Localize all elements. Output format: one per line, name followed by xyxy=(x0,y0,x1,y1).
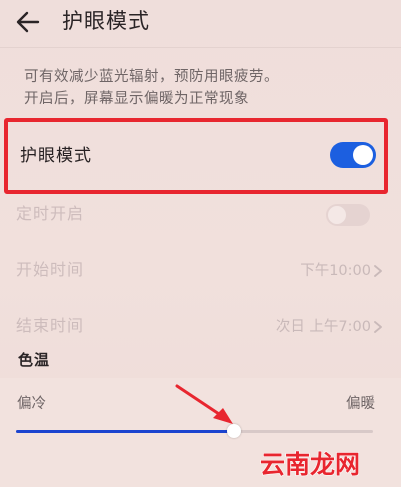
slider-fill xyxy=(16,430,234,433)
cool-label: 偏冷 xyxy=(17,396,46,412)
eye-comfort-row[interactable]: 护眼模式 xyxy=(4,118,388,194)
description-line-2: 开启后，屏幕显示偏暖为正常现象 xyxy=(24,91,249,107)
chevron-right-icon xyxy=(374,265,382,277)
eye-comfort-toggle[interactable] xyxy=(330,142,376,168)
color-temperature-title: 色温 xyxy=(18,351,51,369)
annotation-arrow-icon xyxy=(175,384,233,424)
back-arrow-icon xyxy=(16,11,40,33)
chevron-right-icon xyxy=(374,321,382,333)
start-time-label: 开始时间 xyxy=(16,260,85,279)
scheduled-row[interactable]: 定时开启 xyxy=(0,186,401,242)
warm-label: 偏暖 xyxy=(346,396,375,412)
start-time-value: 下午10:00 xyxy=(300,263,371,279)
scheduled-toggle-knob xyxy=(328,206,346,224)
scheduled-toggle[interactable] xyxy=(326,204,370,226)
back-button[interactable] xyxy=(10,5,46,39)
watermark-logo: 云南龙网 xyxy=(259,449,360,479)
header-divider xyxy=(0,47,401,48)
description: 可有效减少蓝光辐射，预防用眼疲劳。 开启后，屏幕显示偏暖为正常现象 xyxy=(24,66,384,110)
start-time-row[interactable]: 开始时间 下午10:00 xyxy=(0,242,401,298)
color-temperature-slider[interactable] xyxy=(16,424,373,438)
description-line-1: 可有效减少蓝光辐射，预防用眼疲劳。 xyxy=(24,69,279,85)
page-title: 护眼模式 xyxy=(62,9,150,33)
header: 护眼模式 xyxy=(0,0,401,44)
eye-comfort-screen: 护眼模式 可有效减少蓝光辐射，预防用眼疲劳。 开启后，屏幕显示偏暖为正常现象 护… xyxy=(0,0,401,487)
end-time-label: 结束时间 xyxy=(16,316,85,335)
end-time-value: 次日 上午7:00 xyxy=(275,319,371,335)
eye-comfort-label: 护眼模式 xyxy=(20,146,92,166)
end-time-row[interactable]: 结束时间 次日 上午7:00 xyxy=(0,298,401,354)
scheduled-label: 定时开启 xyxy=(16,204,85,223)
toggle-knob xyxy=(353,145,373,165)
svg-text:云南龙网: 云南龙网 xyxy=(260,450,360,479)
